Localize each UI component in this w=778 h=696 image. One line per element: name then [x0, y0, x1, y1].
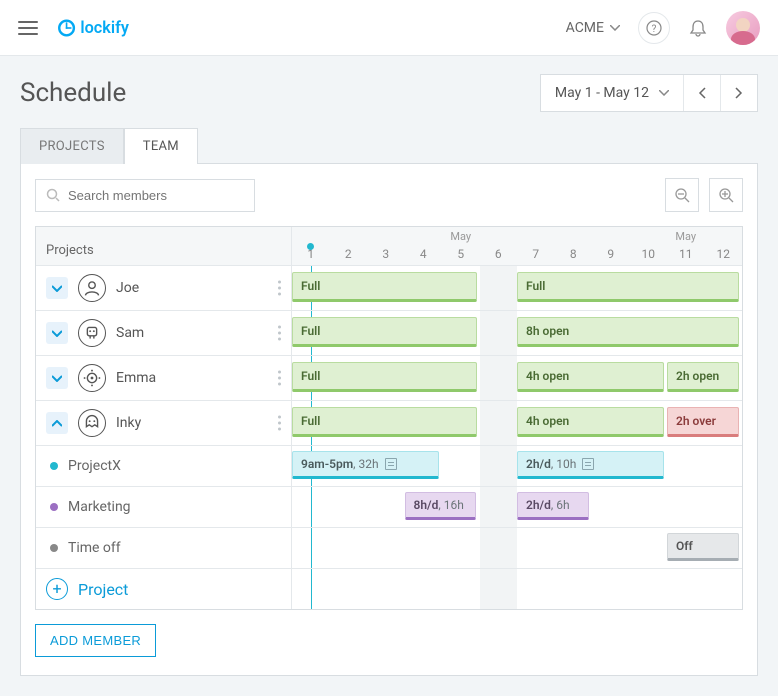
prev-range-button[interactable] [683, 75, 720, 111]
schedule-bar[interactable]: 9am-5pm, 32h [292, 451, 439, 479]
day-header: 4 [405, 227, 443, 265]
plus-icon: + [46, 578, 68, 600]
project-name: ProjectX [68, 458, 121, 474]
help-button[interactable]: ? [638, 12, 670, 44]
schedule-bar[interactable]: 2h over [667, 407, 739, 437]
schedule-bar[interactable]: Full [517, 272, 739, 302]
month-label: May [667, 230, 705, 243]
search-box [35, 179, 255, 212]
add-member-button[interactable]: ADD MEMBER [35, 624, 156, 657]
tab-team[interactable]: TEAM [124, 128, 198, 164]
workspace-name: ACME [566, 20, 604, 36]
schedule-bar[interactable]: Full [292, 317, 477, 347]
project-row: Time off Off [36, 528, 742, 569]
schedule-bar[interactable]: 4h open [517, 407, 664, 437]
project-row: Marketing 8h/d, 16h 2h/d, 6h [36, 487, 742, 528]
day-header: 8 [555, 227, 593, 265]
drag-handle[interactable] [278, 326, 281, 341]
day-header: 3 [367, 227, 405, 265]
project-name: Marketing [68, 499, 131, 515]
zoom-in-icon [718, 187, 734, 203]
date-range-picker: May 1 - May 12 [540, 74, 758, 112]
svg-text:lockify: lockify [80, 17, 129, 36]
schedule-bar[interactable]: 2h/d, 6h [517, 492, 589, 520]
add-project-button[interactable]: + Project [46, 578, 128, 600]
month-label: May [442, 230, 480, 243]
help-icon: ? [646, 20, 662, 36]
member-name: Emma [116, 370, 156, 386]
day-header: 6 [480, 227, 518, 265]
member-row: Emma Full 4h open2h open [36, 356, 742, 401]
project-color-dot [50, 503, 58, 511]
member-name: Inky [116, 415, 141, 431]
person-icon [78, 319, 106, 347]
date-range-button[interactable]: May 1 - May 12 [541, 75, 683, 111]
day-header: 2 [330, 227, 368, 265]
project-color-dot [50, 462, 58, 470]
project-name: Time off [68, 540, 121, 556]
day-header: 10 [630, 227, 668, 265]
avatar[interactable] [726, 11, 760, 45]
drag-handle[interactable] [278, 416, 281, 431]
member-row: Inky Full 4h open2h over [36, 401, 742, 446]
notifications-button[interactable] [682, 12, 714, 44]
zoom-out-icon [674, 187, 690, 203]
schedule-bar[interactable]: Off [667, 533, 739, 561]
collapse-button[interactable] [46, 412, 68, 434]
search-icon [46, 188, 60, 202]
person-icon [78, 274, 106, 302]
search-input[interactable] [68, 188, 244, 203]
grid-header-label: Projects [36, 227, 292, 265]
chevron-down-icon [610, 25, 620, 31]
person-icon [78, 364, 106, 392]
day-header: 9 [592, 227, 630, 265]
schedule-bar[interactable]: Full [292, 272, 477, 302]
member-row: Joe Full Full [36, 266, 742, 311]
member-row: Sam Full 8h open [36, 311, 742, 356]
next-range-button[interactable] [720, 75, 757, 111]
drag-handle[interactable] [278, 371, 281, 386]
chevron-right-icon [735, 87, 743, 99]
expand-button[interactable] [46, 277, 68, 299]
drag-handle[interactable] [278, 281, 281, 296]
day-header: 12 [705, 227, 743, 265]
schedule-bar[interactable]: Full [292, 362, 477, 392]
project-color-dot [50, 544, 58, 552]
tab-projects[interactable]: PROJECTS [20, 128, 124, 164]
svg-text:?: ? [652, 24, 657, 35]
day-header: 7 [517, 227, 555, 265]
note-icon [582, 458, 594, 470]
member-name: Joe [116, 280, 139, 296]
person-icon [78, 409, 106, 437]
schedule-bar[interactable]: 8h/d, 16h [405, 492, 477, 520]
expand-button[interactable] [46, 367, 68, 389]
day-header: 11May [667, 227, 705, 265]
logo: lockify [56, 15, 186, 41]
chevron-down-icon [659, 90, 669, 96]
schedule-bar[interactable]: 4h open [517, 362, 664, 392]
page-title: Schedule [20, 78, 126, 108]
menu-button[interactable] [18, 21, 38, 35]
zoom-out-button[interactable] [665, 178, 699, 212]
expand-button[interactable] [46, 322, 68, 344]
member-name: Sam [116, 325, 144, 341]
schedule-bar[interactable]: 2h/d, 10h [517, 451, 664, 479]
bell-icon [689, 19, 707, 37]
date-range-label: May 1 - May 12 [555, 85, 649, 101]
workspace-selector[interactable]: ACME [566, 20, 620, 36]
schedule-bar[interactable]: Full [292, 407, 477, 437]
schedule-bar[interactable]: 8h open [517, 317, 739, 347]
add-project-label: Project [78, 580, 128, 599]
add-project-row: + Project [36, 569, 742, 609]
schedule-bar[interactable]: 2h open [667, 362, 739, 392]
project-row: ProjectX 9am-5pm, 32h 2h/d, 10h [36, 446, 742, 487]
note-icon [385, 458, 397, 470]
zoom-in-button[interactable] [709, 178, 743, 212]
day-header: 5May [442, 227, 480, 265]
chevron-left-icon [698, 87, 706, 99]
